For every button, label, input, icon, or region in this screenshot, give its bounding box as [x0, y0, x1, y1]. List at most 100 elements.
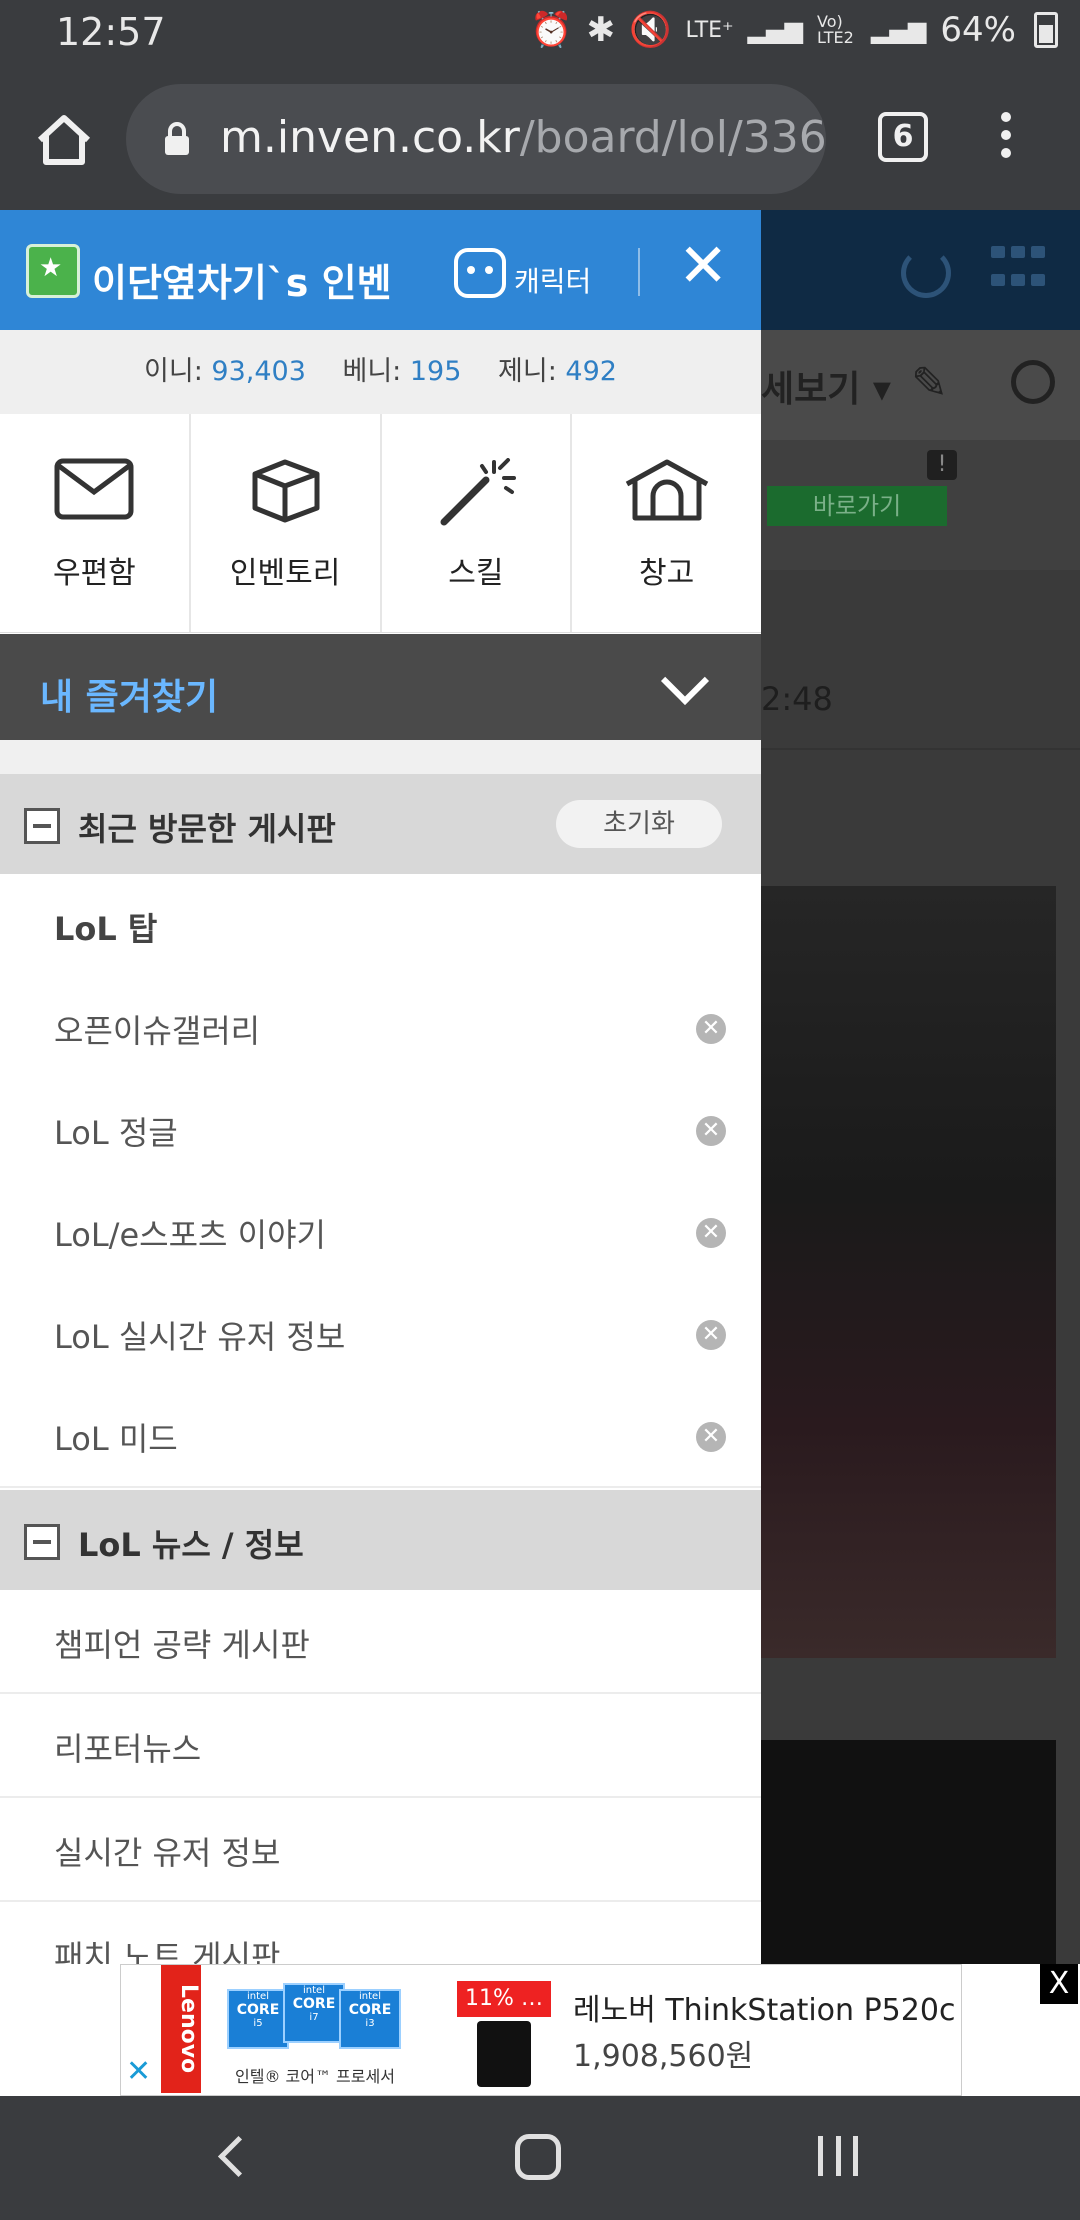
points-inni: 이니: 93,403	[144, 356, 306, 387]
mail-icon	[54, 458, 134, 520]
section-title: 최근 방문한 게시판	[78, 810, 336, 848]
list-item[interactable]: 리포터뉴스	[0, 1694, 761, 1798]
ad-content[interactable]: Lenovo intel CORE i5 intel CORE i7 intel CORE…	[120, 1964, 962, 2096]
ad-product-name: 레노버 ThinkStation P520c	[573, 1993, 956, 2028]
list-item[interactable]: LoL 실시간 유저 정보 ✕	[0, 1282, 761, 1386]
ad-subtext: 인텔® 코어™ 프로세서	[235, 2067, 395, 2086]
intel-core-i3-logo: intel CORE i3	[339, 1989, 401, 2049]
overflow-menu-icon[interactable]	[994, 112, 1018, 162]
discount-badge: 11% …	[457, 1981, 551, 2017]
divider	[638, 248, 640, 296]
battery-percent: 64%	[940, 10, 1016, 50]
intel-chip-logos: intel CORE i5 intel CORE i7 intel CORE i3	[227, 1983, 401, 2053]
home-icon[interactable]	[34, 110, 94, 170]
points-bar: 이니: 93,403 베니: 195 제니: 492	[0, 330, 761, 414]
background-page: 세보기 ▾ ✎ ! 바로가기 2:48	[761, 210, 1080, 1964]
quick-mailbox[interactable]: 우편함	[0, 414, 191, 632]
divider	[761, 748, 1080, 750]
reset-button[interactable]: 초기화	[556, 800, 722, 848]
home-button-icon[interactable]	[515, 2134, 561, 2180]
remove-icon[interactable]: ✕	[696, 1422, 726, 1452]
list-item[interactable]: 실시간 유저 정보	[0, 1798, 761, 1902]
favorites-title: 내 즐겨찾기	[40, 677, 219, 718]
lock-icon	[165, 122, 189, 155]
url-path: /board/lol/336	[519, 112, 826, 163]
lte-plus-icon: LTE⁺	[685, 17, 734, 43]
warehouse-icon	[625, 459, 708, 521]
go-button: 바로가기	[767, 486, 947, 526]
battery-icon	[1034, 12, 1058, 48]
remove-icon[interactable]: ✕	[696, 1218, 726, 1248]
bg-header	[761, 210, 1080, 330]
intel-core-i7-logo: intel CORE i7	[283, 1983, 345, 2043]
bg-toolbar: 세보기 ▾ ✎	[761, 330, 1080, 442]
remove-icon[interactable]: ✕	[696, 1320, 726, 1350]
favorites-toggle[interactable]: 내 즐겨찾기	[0, 634, 761, 740]
signal-icon: ▂▄▆	[747, 16, 804, 44]
robot-icon[interactable]	[454, 248, 506, 298]
bg-notice: ! 바로가기	[761, 440, 1080, 570]
back-icon[interactable]	[217, 2135, 260, 2178]
list-item[interactable]: 오픈이슈갤러리 ✕	[0, 976, 761, 1080]
apps-grid-icon	[991, 246, 1049, 296]
quick-menu: 우편함 인벤토리 스킬 창고	[0, 414, 761, 633]
adchoices-close-icon[interactable]: ✕	[126, 2054, 151, 2089]
recent-apps-icon[interactable]	[818, 2136, 858, 2176]
box-icon	[252, 459, 320, 523]
lol-news-header: LoL 뉴스 / 정보	[0, 1490, 761, 1590]
system-nav-bar	[0, 2096, 1080, 2220]
list-item[interactable]: 패치 노트 게시판	[0, 1902, 761, 1964]
url-text: m.inven.co.kr/board/lol/336	[220, 112, 826, 163]
list-item[interactable]: LoL/e스포츠 이야기 ✕	[0, 1180, 761, 1284]
collapse-icon[interactable]	[24, 808, 60, 844]
view-mode-label: 세보기 ▾	[761, 369, 891, 410]
post-image	[761, 886, 1056, 1658]
quick-warehouse[interactable]: 창고	[572, 414, 761, 632]
remove-icon[interactable]: ✕	[696, 1116, 726, 1146]
recent-boards-header: 최근 방문한 게시판 초기화	[0, 774, 761, 874]
signal-icon: ▂▄▆	[871, 16, 927, 44]
drawer-header: 이단옆차기`s 인벤 캐릭터 ✕	[0, 210, 761, 330]
intel-core-i5-logo: intel CORE i5	[227, 1989, 289, 2049]
remove-icon[interactable]: ✕	[696, 1014, 726, 1044]
drawer-title: 이단옆차기`s 인벤	[92, 261, 392, 305]
magic-wand-icon	[440, 458, 516, 526]
collapse-icon[interactable]	[24, 1524, 60, 1560]
workstation-image	[477, 2021, 531, 2087]
list-item[interactable]: LoL 미드 ✕	[0, 1384, 761, 1488]
spacer	[0, 740, 761, 774]
mute-icon: 🔇	[629, 10, 672, 50]
power-icon	[901, 248, 951, 298]
list-item[interactable]: 챔피언 공략 게시판	[0, 1590, 761, 1694]
side-drawer: 이단옆차기`s 인벤 캐릭터 ✕ 이니: 93,403 베니: 195 제니: …	[0, 210, 761, 1964]
chevron-down-icon	[660, 656, 710, 706]
section-title: LoL 뉴스 / 정보	[78, 1526, 304, 1564]
ad-close-button[interactable]: X	[1040, 1964, 1078, 2004]
list-item[interactable]: LoL 탑	[0, 874, 761, 978]
points-beni: 베니: 195	[342, 356, 462, 387]
clock: 12:57	[56, 10, 166, 54]
post-time: 2:48	[761, 680, 833, 718]
browser-toolbar: m.inven.co.kr/board/lol/336 6	[0, 66, 1080, 210]
quick-skill[interactable]: 스킬	[382, 414, 573, 632]
level-badge-icon	[26, 244, 80, 298]
points-jeni: 제니: 492	[498, 356, 617, 387]
character-button[interactable]: 캐릭터	[514, 260, 591, 300]
ad-brand-logo: Lenovo	[161, 1965, 201, 2093]
close-drawer-button[interactable]: ✕	[678, 236, 728, 296]
tab-switcher-button[interactable]: 6	[878, 112, 928, 162]
status-icons: ⏰ ✱ 🔇 LTE⁺ ▂▄▆ Vo) LTE2 ▂▄▆ 64%	[530, 10, 1058, 50]
volte-lte2-icon: Vo) LTE2	[817, 12, 854, 47]
alert-icon: !	[927, 450, 957, 480]
list-item[interactable]: LoL 정글 ✕	[0, 1078, 761, 1182]
search-icon	[1011, 360, 1055, 404]
bluetooth-icon: ✱	[586, 10, 616, 50]
ad-banner[interactable]: Lenovo intel CORE i5 intel CORE i7 intel CORE…	[0, 1964, 1080, 2096]
pencil-icon: ✎	[911, 358, 948, 409]
ad-price: 1,908,560원	[573, 2039, 754, 2074]
alarm-icon: ⏰	[530, 10, 573, 50]
post-image	[761, 1740, 1056, 1964]
quick-inventory[interactable]: 인벤토리	[191, 414, 382, 632]
url-bar[interactable]: m.inven.co.kr/board/lol/336	[126, 84, 826, 194]
status-bar: 12:57 ⏰ ✱ 🔇 LTE⁺ ▂▄▆ Vo) LTE2 ▂▄▆ 64%	[0, 0, 1080, 66]
